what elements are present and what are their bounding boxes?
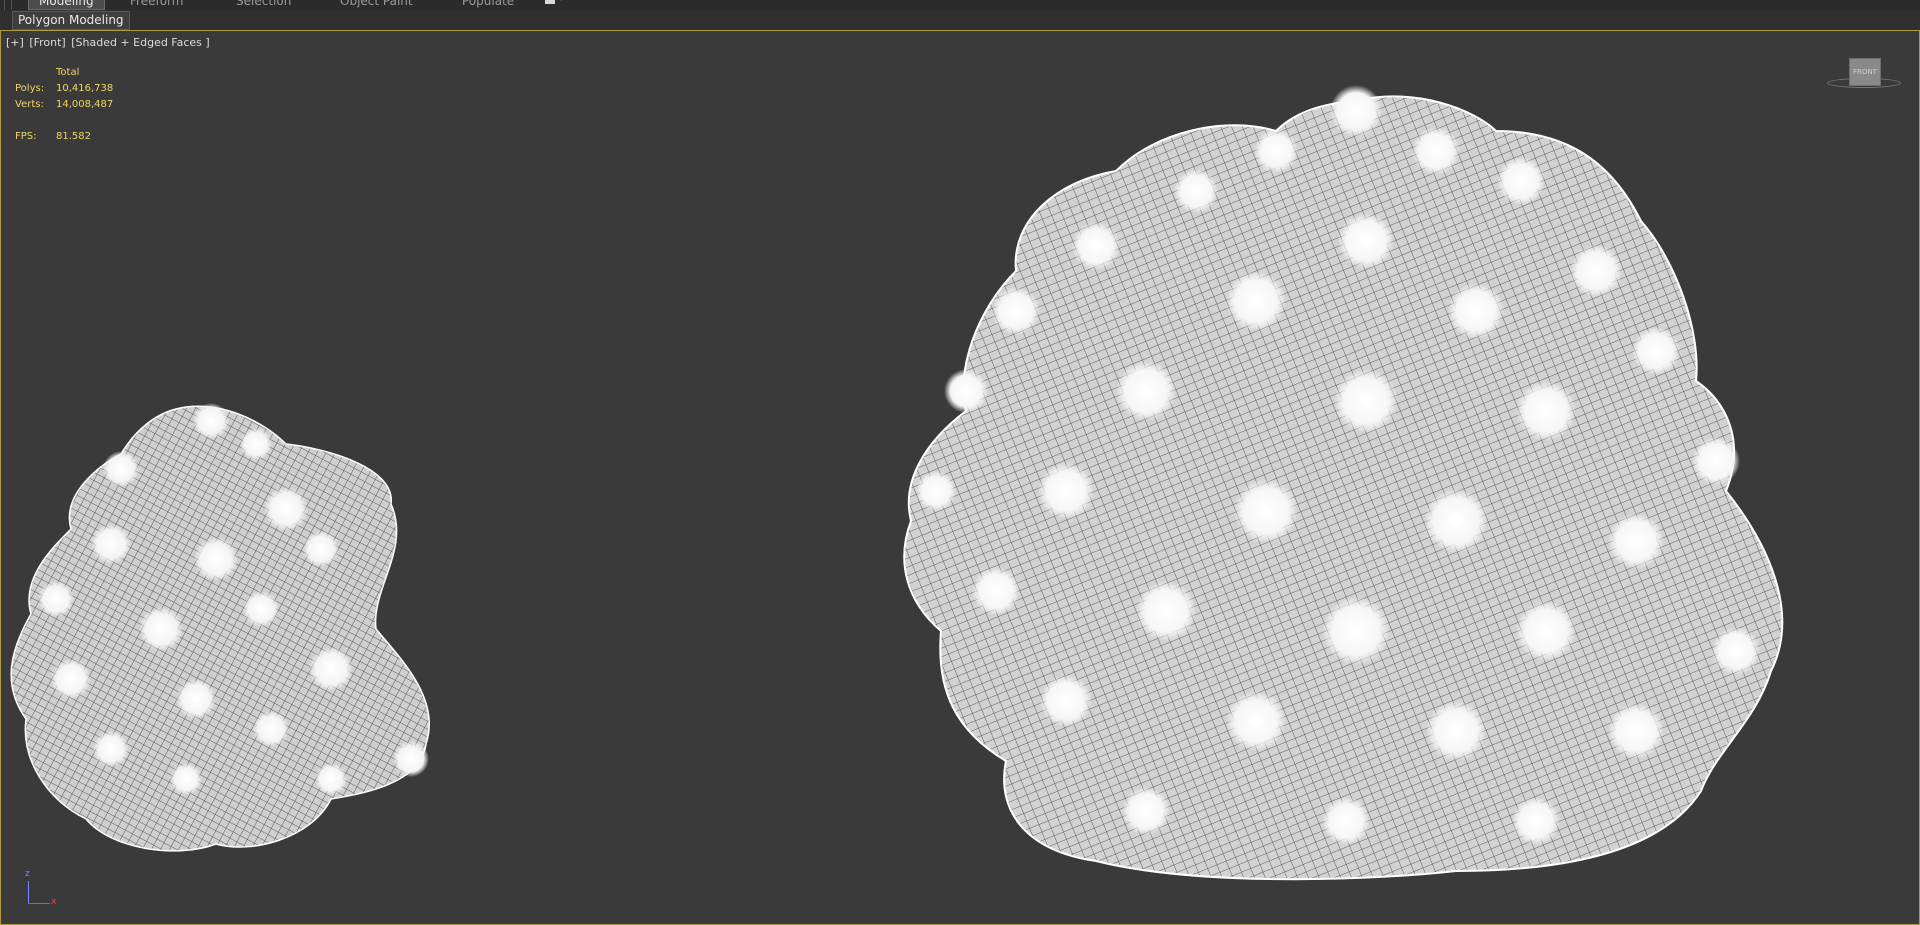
tab-modeling[interactable]: Modeling bbox=[28, 0, 105, 10]
tab-object-paint[interactable]: Object Paint bbox=[330, 0, 423, 9]
front-viewport[interactable]: [+] [Front] [Shaded + Edged Faces ] Tota… bbox=[0, 31, 1920, 925]
ribbon-panel-bar: Polygon Modeling bbox=[0, 10, 1920, 31]
z-axis-line bbox=[28, 881, 29, 903]
z-axis-label: z bbox=[25, 869, 30, 879]
verts-value: 14,008,487 bbox=[56, 99, 114, 110]
chevron-down-icon[interactable]: ▾ bbox=[559, 0, 563, 3]
viewport-general-menu[interactable]: [+] bbox=[6, 36, 24, 49]
fps-label: FPS: bbox=[15, 131, 37, 142]
viewport-label: [+] [Front] [Shaded + Edged Faces ] bbox=[6, 36, 212, 49]
ribbon-options-icon[interactable] bbox=[545, 0, 555, 4]
x-axis-line bbox=[28, 903, 50, 904]
polys-value: 10,416,738 bbox=[56, 83, 114, 94]
stats-header: Total bbox=[56, 67, 80, 78]
viewport-shading-menu[interactable]: [Shaded + Edged Faces ] bbox=[71, 36, 209, 49]
ribbon-grip[interactable] bbox=[4, 0, 12, 10]
viewport-point-of-view-menu[interactable]: [Front] bbox=[29, 36, 65, 49]
viewcube[interactable]: FRONT bbox=[1827, 56, 1907, 96]
small-shrub-mesh[interactable] bbox=[1, 399, 451, 899]
polys-label: Polys: bbox=[15, 83, 45, 94]
polygon-modeling-panel-button[interactable]: Polygon Modeling bbox=[12, 11, 130, 30]
fps-value: 81.582 bbox=[56, 131, 91, 142]
tab-populate[interactable]: Populate bbox=[452, 0, 524, 9]
tab-freeform[interactable]: Freeform bbox=[120, 0, 193, 9]
tab-selection[interactable]: Selection bbox=[226, 0, 301, 9]
viewcube-front-face[interactable]: FRONT bbox=[1849, 58, 1881, 86]
max-app-window: Modeling Freeform Selection Object Paint… bbox=[0, 0, 1920, 925]
x-axis-label: x bbox=[51, 897, 57, 907]
axis-tripod: z x bbox=[19, 869, 59, 913]
large-shrub-mesh[interactable] bbox=[896, 71, 1826, 911]
verts-label: Verts: bbox=[15, 99, 44, 110]
